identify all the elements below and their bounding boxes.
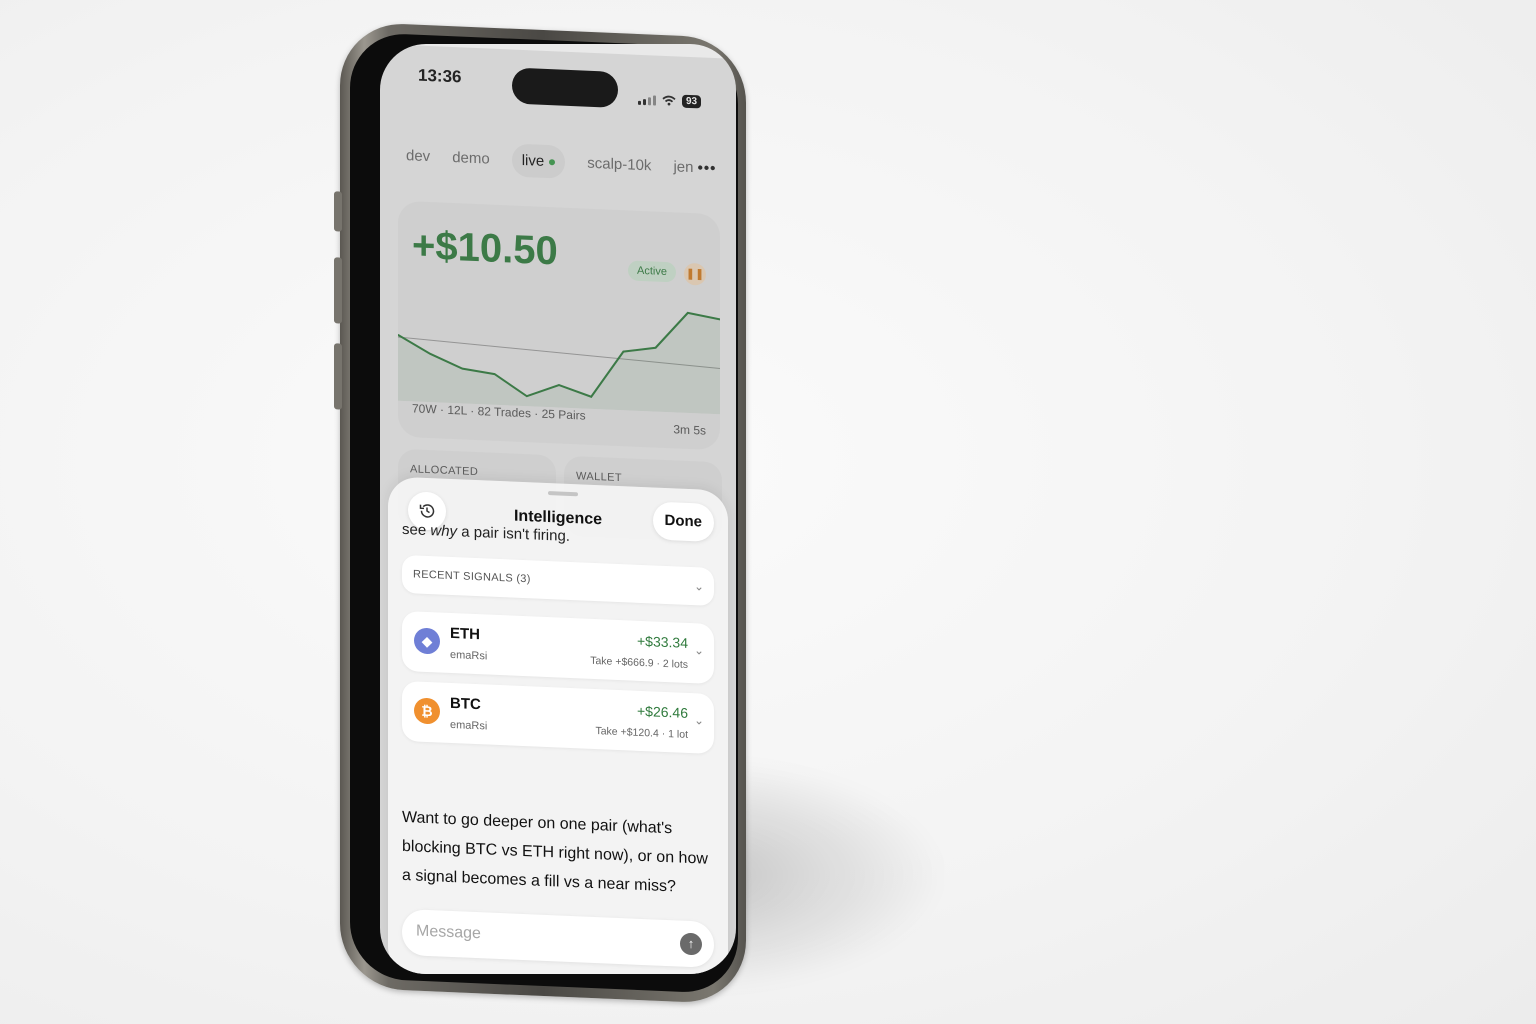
more-tabs-icon[interactable]: ••• [698, 159, 717, 177]
cellular-signal-icon [638, 94, 656, 106]
account-tabs: dev demo live scalp-10k jen ••• [406, 139, 716, 185]
coin-detail: Take +$666.9 · 2 lots [590, 654, 688, 671]
dynamic-island [512, 67, 618, 108]
recent-signals-toggle[interactable]: RECENT SIGNALS (3) ⌄ [402, 554, 714, 606]
volume-down-button [334, 343, 342, 410]
signal-card-btc[interactable]: ₿ BTC emaRsi +$26.46 Take +$120.4 · 1 lo… [402, 680, 714, 754]
tab-dev[interactable]: dev [406, 147, 430, 165]
chevron-down-icon: ⌄ [693, 643, 704, 658]
tab-live-label: live [521, 151, 545, 170]
recent-signals-label: RECENT SIGNALS (3) [413, 568, 531, 586]
allocated-label: ALLOCATED [410, 463, 479, 479]
intro-text-emphasis: why [430, 522, 458, 541]
coin-detail: Take +$120.4 · 1 lot [595, 725, 688, 741]
status-badge: Active [628, 260, 676, 283]
coin-pnl: +$33.34 [637, 632, 688, 651]
intro-text-start: see [402, 520, 431, 540]
status-icons: 93 [638, 93, 702, 109]
pnl-chart [398, 311, 720, 415]
performance-card[interactable]: +$10.50 Active ❚❚ 70W · 12L · 82 Trades … [398, 200, 720, 451]
coin-pnl: +$26.46 [637, 702, 688, 721]
coin-strategy: emaRsi [450, 648, 488, 663]
message-input[interactable] [414, 921, 668, 953]
done-button[interactable]: Done [652, 501, 714, 542]
action-button [334, 191, 342, 232]
send-button[interactable]: ↑ [680, 932, 702, 956]
tab-live[interactable]: live [511, 143, 566, 179]
send-icon: ↑ [687, 935, 695, 952]
sheet-grabber[interactable] [548, 491, 578, 497]
tab-jen-label: jen [673, 158, 694, 177]
signal-card-eth[interactable]: ◆ ETH emaRsi +$33.34 Take +$666.9 · 2 lo… [402, 610, 714, 684]
wallet-label: WALLET [576, 470, 623, 485]
chevron-down-icon: ⌄ [693, 579, 704, 594]
tab-jen[interactable]: jen ••• [673, 158, 716, 177]
pause-icon: ❚❚ [685, 267, 705, 281]
live-status-dot [549, 158, 556, 165]
chart-area [398, 312, 720, 415]
session-duration: 3m 5s [673, 422, 706, 438]
pnl-value: +$10.50 [412, 223, 558, 274]
coin-name: ETH [450, 624, 480, 644]
coin-strategy: emaRsi [450, 718, 488, 733]
bitcoin-icon: ₿ [414, 697, 440, 725]
tab-demo[interactable]: demo [452, 149, 490, 168]
status-time: 13:36 [418, 65, 462, 87]
coin-name: BTC [450, 694, 481, 714]
pause-button[interactable]: ❚❚ [684, 262, 706, 286]
ethereum-icon: ◆ [414, 627, 440, 655]
phone-screen: 13:36 93 dev demo live scalp-10k jen •••… [380, 44, 736, 974]
message-composer: ↑ [402, 908, 714, 968]
chevron-down-icon: ⌄ [693, 713, 704, 728]
tab-scalp-10k[interactable]: scalp-10k [587, 155, 651, 175]
battery-indicator: 93 [682, 94, 702, 109]
intelligence-sheet: see why a pair isn't firing. Intelligenc… [388, 476, 728, 974]
assistant-reply: Want to go deeper on one pair (what's bl… [402, 808, 708, 896]
wifi-icon [662, 95, 676, 106]
volume-up-button [334, 257, 342, 324]
